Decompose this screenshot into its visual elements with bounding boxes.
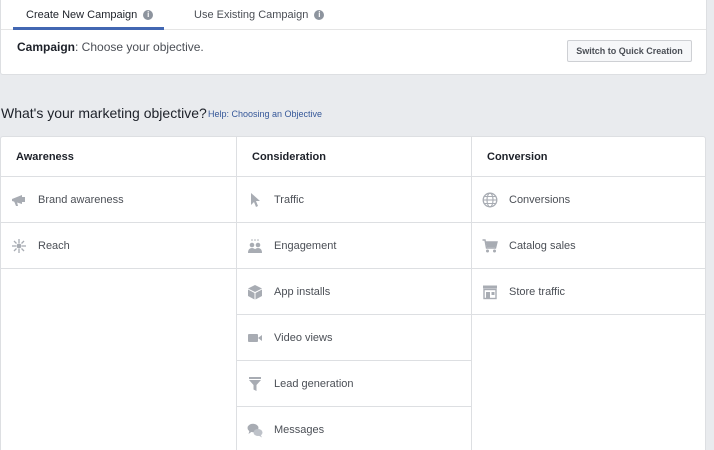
objective-label: Brand awareness <box>38 193 124 206</box>
cursor-icon <box>246 191 264 209</box>
box-icon <box>246 283 264 301</box>
objective-conversions[interactable]: Conversions <box>472 177 706 223</box>
campaign-objective-line: Campaign: Choose your objective. <box>17 40 204 54</box>
objective-label: Catalog sales <box>509 239 576 252</box>
people-icon <box>246 237 264 255</box>
conversion-column: Conversion Conversions Catalog sales Sto… <box>471 137 706 450</box>
objective-reach[interactable]: Reach <box>1 223 236 269</box>
awareness-column: Awareness Brand awareness Reach <box>1 137 236 450</box>
tab-use-existing-campaign[interactable]: Use Existing Campaign i <box>194 0 325 30</box>
objective-heading: What's your marketing objective? <box>1 105 207 121</box>
objective-messages[interactable]: Messages <box>237 407 471 450</box>
objective-grid: Awareness Brand awareness Reach Consider… <box>0 136 706 450</box>
objective-lead-generation[interactable]: Lead generation <box>237 361 471 407</box>
campaign-tabs: Create New Campaign i Use Existing Campa… <box>1 0 706 30</box>
switch-to-quick-creation-button[interactable]: Switch to Quick Creation <box>567 40 692 62</box>
objective-label: App installs <box>274 285 331 298</box>
objective-label: Lead generation <box>274 377 354 390</box>
campaign-label: Campaign <box>17 40 76 54</box>
objective-brand-awareness[interactable]: Brand awareness <box>1 177 236 223</box>
tab-create-new-campaign[interactable]: Create New Campaign i <box>26 0 154 30</box>
objective-engagement[interactable]: Engagement <box>237 223 471 269</box>
tab-existing-label: Use Existing Campaign <box>194 9 309 21</box>
objective-label: Traffic <box>274 193 304 206</box>
objective-label: Engagement <box>274 239 337 252</box>
objective-catalog-sales[interactable]: Catalog sales <box>472 223 706 269</box>
objective-label: Store traffic <box>509 285 566 298</box>
reach-icon <box>10 237 28 255</box>
objective-label: Conversions <box>509 193 571 206</box>
chat-bubbles-icon <box>246 421 264 439</box>
objective-label: Messages <box>274 423 325 436</box>
funnel-icon <box>246 375 264 393</box>
objective-store-traffic[interactable]: Store traffic <box>472 269 706 315</box>
conversion-header: Conversion <box>472 137 706 177</box>
objective-label: Reach <box>38 239 70 252</box>
globe-icon <box>481 191 499 209</box>
campaign-card: Create New Campaign i Use Existing Campa… <box>0 0 707 75</box>
tab-create-label: Create New Campaign <box>26 9 138 21</box>
info-icon[interactable]: i <box>314 10 325 20</box>
consideration-column: Consideration Traffic Engagement App ins… <box>236 137 471 450</box>
campaign-text: : Choose your objective. <box>75 40 204 54</box>
help-choosing-objective-link[interactable]: Help: Choosing an Objective <box>208 109 322 119</box>
objective-label: Video views <box>274 331 333 344</box>
consideration-header: Consideration <box>237 137 471 177</box>
megaphone-icon <box>10 191 28 209</box>
objective-video-views[interactable]: Video views <box>237 315 471 361</box>
awareness-header: Awareness <box>1 137 236 177</box>
video-camera-icon <box>246 329 264 347</box>
objective-traffic[interactable]: Traffic <box>237 177 471 223</box>
store-icon <box>481 283 499 301</box>
info-icon[interactable]: i <box>143 10 154 20</box>
shopping-cart-icon <box>481 237 499 255</box>
active-tab-indicator <box>13 27 164 30</box>
objective-app-installs[interactable]: App installs <box>237 269 471 315</box>
